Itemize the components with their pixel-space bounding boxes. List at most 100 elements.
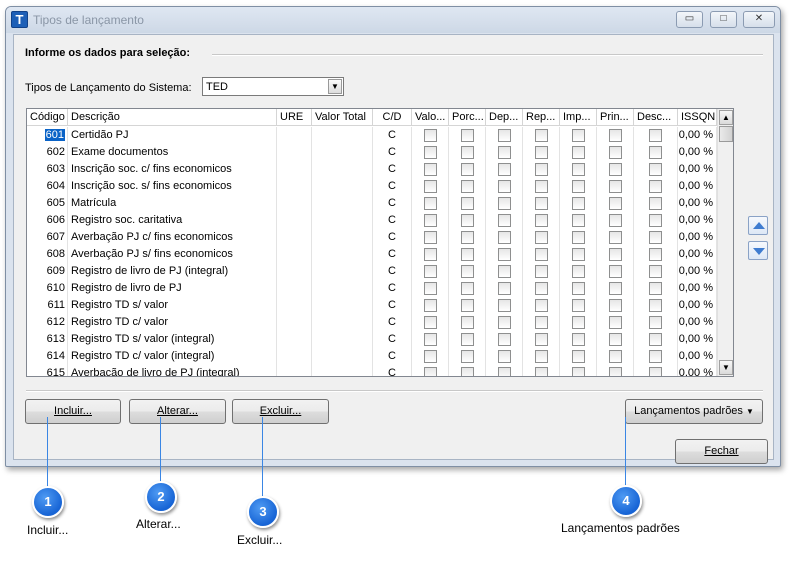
checkbox[interactable] bbox=[424, 367, 437, 376]
column-header-deposito[interactable]: Dep... bbox=[486, 109, 523, 126]
move-down-button[interactable] bbox=[748, 241, 768, 260]
checkbox[interactable] bbox=[461, 231, 474, 244]
column-header-issqn[interactable]: ISSQN bbox=[678, 109, 717, 126]
checkbox[interactable] bbox=[461, 214, 474, 227]
checkbox[interactable] bbox=[572, 299, 585, 312]
column-header-descricao[interactable]: Descrição bbox=[68, 109, 277, 126]
checkbox[interactable] bbox=[609, 231, 622, 244]
checkbox[interactable] bbox=[461, 282, 474, 295]
checkbox[interactable] bbox=[535, 367, 548, 376]
checkbox[interactable] bbox=[498, 146, 511, 159]
checkbox[interactable] bbox=[461, 180, 474, 193]
checkbox[interactable] bbox=[649, 180, 662, 193]
excluir-button[interactable]: Excluir... bbox=[232, 399, 329, 424]
checkbox[interactable] bbox=[535, 299, 548, 312]
checkbox[interactable] bbox=[535, 129, 548, 142]
column-header-desconto[interactable]: Desc... bbox=[634, 109, 678, 126]
checkbox[interactable] bbox=[535, 316, 548, 329]
checkbox[interactable] bbox=[461, 265, 474, 278]
dropdown-arrow-icon[interactable]: ▼ bbox=[328, 79, 342, 94]
checkbox[interactable] bbox=[609, 367, 622, 376]
checkbox[interactable] bbox=[498, 129, 511, 142]
checkbox[interactable] bbox=[572, 265, 585, 278]
checkbox[interactable] bbox=[424, 350, 437, 363]
checkbox[interactable] bbox=[609, 129, 622, 142]
checkbox[interactable] bbox=[461, 316, 474, 329]
maximize-button[interactable]: □ bbox=[710, 11, 737, 28]
column-header-porcentagem[interactable]: Porc... bbox=[449, 109, 486, 126]
move-up-button[interactable] bbox=[748, 216, 768, 235]
checkbox[interactable] bbox=[572, 316, 585, 329]
table-row[interactable]: 601 Certidão PJ C 0,00 % bbox=[27, 127, 717, 144]
launch-types-grid[interactable]: Código Descrição URE Valor Total C/D Val… bbox=[26, 108, 734, 377]
checkbox[interactable] bbox=[461, 367, 474, 376]
table-row[interactable]: 604 Inscrição soc. s/ fins economicos C 0,0… bbox=[27, 178, 717, 195]
checkbox[interactable] bbox=[649, 265, 662, 278]
checkbox[interactable] bbox=[424, 231, 437, 244]
checkbox[interactable] bbox=[461, 129, 474, 142]
checkbox[interactable] bbox=[572, 129, 585, 142]
checkbox[interactable] bbox=[535, 350, 548, 363]
column-header-cd[interactable]: C/D bbox=[373, 109, 412, 126]
checkbox[interactable] bbox=[649, 129, 662, 142]
checkbox[interactable] bbox=[649, 146, 662, 159]
table-row[interactable]: 614 Registro TD c/ valor (integral) C 0,00 … bbox=[27, 348, 717, 365]
checkbox[interactable] bbox=[572, 146, 585, 159]
checkbox[interactable] bbox=[572, 180, 585, 193]
checkbox[interactable] bbox=[649, 214, 662, 227]
checkbox[interactable] bbox=[461, 299, 474, 312]
checkbox[interactable] bbox=[609, 316, 622, 329]
scroll-thumb[interactable] bbox=[719, 126, 733, 142]
checkbox[interactable] bbox=[535, 265, 548, 278]
checkbox[interactable] bbox=[572, 367, 585, 376]
checkbox[interactable] bbox=[424, 180, 437, 193]
checkbox[interactable] bbox=[498, 282, 511, 295]
checkbox[interactable] bbox=[424, 214, 437, 227]
checkbox[interactable] bbox=[535, 146, 548, 159]
checkbox[interactable] bbox=[498, 299, 511, 312]
checkbox[interactable] bbox=[609, 282, 622, 295]
system-types-select[interactable]: TED ▼ bbox=[202, 77, 344, 96]
checkbox[interactable] bbox=[572, 214, 585, 227]
checkbox[interactable] bbox=[535, 197, 548, 210]
checkbox[interactable] bbox=[649, 367, 662, 376]
checkbox[interactable] bbox=[572, 197, 585, 210]
checkbox[interactable] bbox=[498, 248, 511, 261]
checkbox[interactable] bbox=[649, 197, 662, 210]
checkbox[interactable] bbox=[649, 248, 662, 261]
checkbox[interactable] bbox=[609, 248, 622, 261]
lancamentos-padroes-button[interactable]: Lançamentos padrões ▼ bbox=[625, 399, 763, 424]
alterar-button[interactable]: Alterar... bbox=[129, 399, 226, 424]
column-header-codigo[interactable]: Código bbox=[27, 109, 68, 126]
checkbox[interactable] bbox=[609, 299, 622, 312]
grid-scrollbar[interactable]: ▲ ▼ bbox=[717, 109, 733, 376]
checkbox[interactable] bbox=[649, 350, 662, 363]
checkbox[interactable] bbox=[424, 265, 437, 278]
checkbox[interactable] bbox=[572, 350, 585, 363]
checkbox[interactable] bbox=[424, 248, 437, 261]
column-header-valor[interactable]: Valo... bbox=[412, 109, 449, 126]
checkbox[interactable] bbox=[609, 350, 622, 363]
table-row[interactable]: 613 Registro TD s/ valor (integral) C 0,00 … bbox=[27, 331, 717, 348]
table-row[interactable]: 612 Registro TD c/ valor C 0,00 % bbox=[27, 314, 717, 331]
incluir-button[interactable]: Incluir... bbox=[25, 399, 121, 424]
checkbox[interactable] bbox=[424, 333, 437, 346]
table-row[interactable]: 608 Averbação PJ s/ fins economicos C 0,00 … bbox=[27, 246, 717, 263]
minimize-button[interactable]: ▭ bbox=[676, 11, 703, 28]
checkbox[interactable] bbox=[498, 180, 511, 193]
checkbox[interactable] bbox=[609, 265, 622, 278]
column-header-ure[interactable]: URE bbox=[277, 109, 312, 126]
checkbox[interactable] bbox=[572, 333, 585, 346]
fechar-button[interactable]: Fechar bbox=[675, 439, 768, 464]
checkbox[interactable] bbox=[649, 333, 662, 346]
column-header-imposto[interactable]: Imp... bbox=[560, 109, 597, 126]
checkbox[interactable] bbox=[461, 146, 474, 159]
checkbox[interactable] bbox=[461, 163, 474, 176]
table-row[interactable]: 609 Registro de livro de PJ (integral) C 0,… bbox=[27, 263, 717, 280]
checkbox[interactable] bbox=[535, 333, 548, 346]
checkbox[interactable] bbox=[424, 299, 437, 312]
table-row[interactable]: 603 Inscrição soc. c/ fins economicos C 0,0… bbox=[27, 161, 717, 178]
checkbox[interactable] bbox=[609, 333, 622, 346]
table-row[interactable]: 610 Registro de livro de PJ C 0,00 % bbox=[27, 280, 717, 297]
checkbox[interactable] bbox=[649, 231, 662, 244]
